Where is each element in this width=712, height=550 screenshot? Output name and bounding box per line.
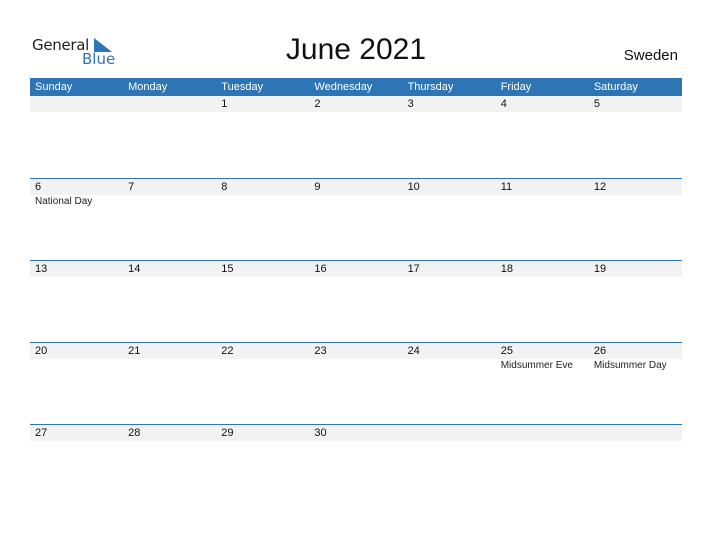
day-number bbox=[589, 425, 682, 441]
day-number: 15 bbox=[221, 263, 234, 275]
week-row: 27 28 29 30 bbox=[30, 424, 682, 445]
week-row: 13 14 15 16 17 18 19 bbox=[30, 260, 682, 342]
day-number bbox=[123, 96, 216, 112]
holiday-label bbox=[30, 277, 123, 278]
day-number: 3 bbox=[407, 98, 414, 110]
holiday-label bbox=[496, 112, 589, 113]
event-row: National Day bbox=[30, 195, 682, 207]
holiday-label bbox=[403, 441, 496, 442]
day-number: 30 bbox=[314, 427, 327, 439]
weekday-sunday: Sunday bbox=[35, 81, 73, 93]
day-number: 29 bbox=[221, 427, 234, 439]
holiday-label bbox=[309, 441, 402, 442]
day-number: 17 bbox=[407, 263, 420, 275]
holiday-label bbox=[30, 441, 123, 442]
holiday-label: Midsummer Eve bbox=[500, 360, 573, 371]
event-row: Midsummer Eve Midsummer Day bbox=[30, 359, 682, 371]
date-number-row: 1 2 3 4 5 bbox=[30, 96, 682, 112]
holiday-label bbox=[403, 359, 496, 371]
calendar-title: June 2021 bbox=[285, 33, 427, 66]
holiday-label bbox=[403, 277, 496, 278]
holiday-label bbox=[496, 277, 589, 278]
day-number: 11 bbox=[500, 181, 513, 193]
holiday-label bbox=[216, 112, 309, 113]
day-number: 28 bbox=[128, 427, 141, 439]
holiday-label bbox=[309, 112, 402, 113]
day-number: 22 bbox=[221, 345, 234, 357]
weekday-tuesday: Tuesday bbox=[221, 81, 264, 93]
week-row: 1 2 3 4 5 bbox=[30, 96, 682, 178]
holiday-label bbox=[30, 359, 123, 371]
calendar-grid: Sunday Monday Tuesday Wednesday Thursday… bbox=[30, 78, 682, 445]
day-number: 27 bbox=[35, 427, 48, 439]
holiday-label bbox=[123, 441, 216, 442]
day-number: 23 bbox=[314, 345, 327, 357]
day-number: 12 bbox=[593, 181, 607, 193]
day-number: 7 bbox=[128, 181, 135, 193]
holiday-label bbox=[216, 441, 309, 442]
day-number: 26 bbox=[593, 345, 607, 357]
holiday-label bbox=[403, 195, 496, 207]
holiday-label bbox=[123, 195, 216, 207]
day-number: 18 bbox=[500, 263, 513, 275]
date-number-row: 6 7 8 9 10 11 12 bbox=[30, 179, 682, 195]
weekday-friday: Friday bbox=[500, 81, 532, 93]
day-number bbox=[403, 425, 496, 441]
holiday-label bbox=[123, 359, 216, 371]
week-row: 6 7 8 9 10 11 12 National Day bbox=[30, 178, 682, 260]
holiday-label: National Day bbox=[35, 196, 93, 207]
holiday-label bbox=[309, 277, 402, 278]
event-row bbox=[30, 441, 682, 442]
holiday-label bbox=[123, 277, 216, 278]
weekday-thursday: Thursday bbox=[407, 81, 454, 93]
date-number-row: 27 28 29 30 bbox=[30, 425, 682, 441]
holiday-label bbox=[216, 277, 309, 278]
weekday-wednesday: Wednesday bbox=[314, 81, 373, 93]
day-number: 1 bbox=[221, 98, 228, 110]
day-number: 9 bbox=[314, 181, 321, 193]
day-number bbox=[30, 96, 123, 112]
day-number: 16 bbox=[314, 263, 327, 275]
holiday-label bbox=[496, 195, 589, 207]
day-number: 19 bbox=[593, 263, 607, 275]
country-label: Sweden bbox=[623, 47, 678, 64]
date-number-row: 20 21 22 23 24 25 26 bbox=[30, 343, 682, 359]
week-row: 20 21 22 23 24 25 26 Midsummer Eve Midsummer Day bbox=[30, 342, 682, 424]
day-number: 4 bbox=[500, 98, 507, 110]
holiday-label bbox=[216, 195, 309, 207]
holiday-label bbox=[309, 195, 402, 207]
day-number: 5 bbox=[593, 98, 600, 110]
day-number: 21 bbox=[128, 345, 141, 357]
holiday-label bbox=[216, 359, 309, 371]
day-number: 6 bbox=[35, 181, 42, 193]
holiday-label bbox=[589, 441, 682, 442]
day-number: 8 bbox=[221, 181, 228, 193]
day-number: 13 bbox=[35, 263, 48, 275]
day-number: 25 bbox=[500, 345, 513, 357]
weekday-header: Sunday Monday Tuesday Wednesday Thursday… bbox=[30, 78, 682, 96]
weekday-saturday: Saturday bbox=[593, 81, 638, 93]
day-number: 20 bbox=[35, 345, 48, 357]
day-number: 14 bbox=[128, 263, 141, 275]
holiday-label: Midsummer Day bbox=[593, 360, 667, 371]
event-row bbox=[30, 277, 682, 278]
day-number: 24 bbox=[407, 345, 420, 357]
date-number-row: 13 14 15 16 17 18 19 bbox=[30, 261, 682, 277]
holiday-label bbox=[309, 359, 402, 371]
holiday-label bbox=[589, 195, 682, 207]
weekday-monday: Monday bbox=[128, 81, 168, 93]
day-number bbox=[496, 425, 589, 441]
day-number: 2 bbox=[314, 98, 321, 110]
day-number: 10 bbox=[407, 181, 420, 193]
holiday-label bbox=[30, 112, 123, 113]
holiday-label bbox=[496, 441, 589, 442]
holiday-label bbox=[403, 112, 496, 113]
holiday-label bbox=[123, 112, 216, 113]
holiday-label bbox=[589, 277, 682, 278]
holiday-label bbox=[589, 112, 682, 113]
event-row bbox=[30, 112, 682, 113]
